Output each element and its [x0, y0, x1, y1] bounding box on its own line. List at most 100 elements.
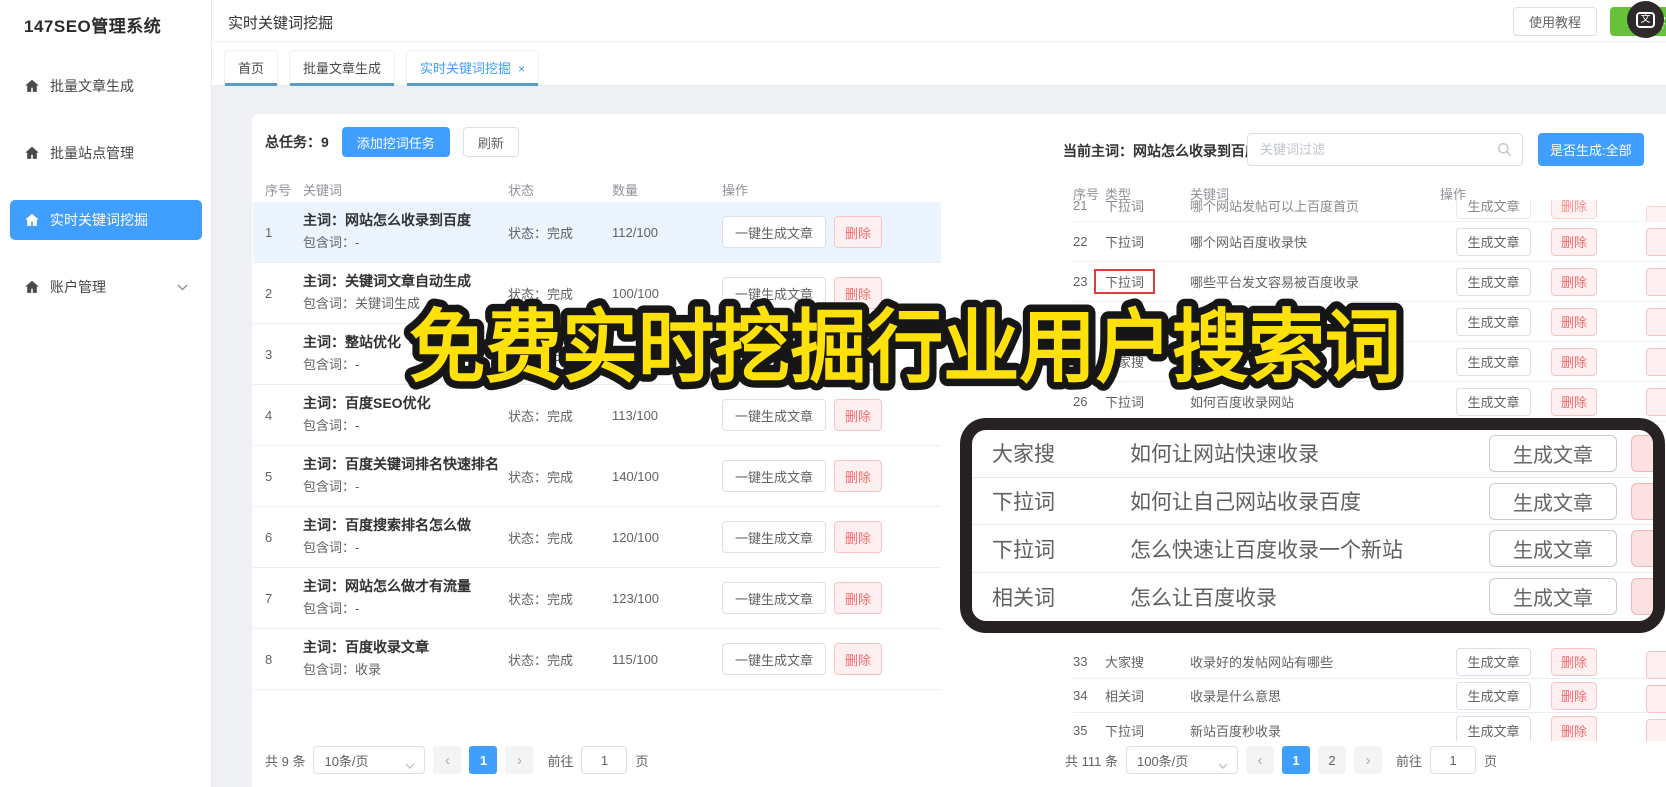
page-size-select[interactable]: 100条/页 — [1125, 746, 1238, 774]
row-index: 25 — [1073, 354, 1088, 369]
prev-page-button[interactable]: ‹ — [433, 746, 462, 774]
table-row: 1 主词：网站怎么收录到百度 包含词：- 状态：完成 112/100 一键生成文章 删除 — [253, 202, 941, 263]
row-grid: 34 相关词 收录是什么意思 生成文章 删除 — [1073, 679, 1666, 712]
task-status: 状态：完成 — [508, 347, 574, 363]
tab[interactable]: 首页 — [224, 50, 279, 86]
magnified-row: 相关词 怎么让百度收录 生成文章 — [972, 573, 1653, 621]
generate-article-button[interactable]: 一键生成文章 — [722, 643, 826, 675]
page-size-select[interactable]: 10条/页 — [313, 746, 426, 774]
delete-button[interactable]: 删除 — [1551, 200, 1597, 219]
page-unit-label: 页 — [635, 753, 649, 769]
row-actions: 生成文章 删除 — [1440, 681, 1666, 710]
goto-page-input[interactable] — [581, 746, 628, 774]
tab[interactable]: 实时关键词挖掘 × — [406, 50, 540, 86]
row-index: 21 — [1073, 200, 1088, 213]
generate-article-button[interactable]: 生成文章 — [1456, 307, 1531, 336]
delete-button[interactable]: 删除 — [1551, 347, 1597, 376]
sidebar-item[interactable]: 批量站点管理 — [10, 133, 202, 173]
delete-button[interactable]: 删除 — [834, 521, 882, 553]
delete-button[interactable]: 删除 — [1551, 307, 1597, 336]
row-actions: 一键生成文章 删除 — [722, 216, 941, 248]
sidebar: 147SEO管理系统 批量文章生成 批量站点管理 实时关键词挖掘 账户管理 — [0, 0, 212, 787]
prev-page-button[interactable]: ‹ — [1245, 746, 1274, 774]
add-task-button[interactable]: 添加挖词任务 — [341, 127, 450, 157]
goto-label: 前往 — [1395, 753, 1422, 769]
keywords-table-top: 21 下拉词 哪个网站发帖可以上百度首页 生成文章 删除 22 下拉词 哪个网站百度收录快 生成… — [1073, 200, 1666, 422]
row-actions: 一键生成文章 删除 — [722, 521, 941, 553]
generate-article-button[interactable]: 一键生成文章 — [722, 521, 826, 553]
home-icon — [24, 145, 40, 161]
floating-subtitle-icon[interactable]: 文 — [1627, 1, 1664, 38]
table-row: 25 大家搜 生成文章 删除 — [1073, 342, 1666, 382]
column-header: 数量 — [612, 182, 639, 198]
generate-article-button[interactable]: 一键生成文章 — [722, 460, 826, 492]
sidebar-item[interactable]: 账户管理 — [10, 267, 202, 307]
generate-article-button[interactable]: 生成文章 — [1456, 716, 1531, 741]
generate-article-button[interactable]: 生成文章 — [1456, 227, 1531, 256]
page-number-button[interactable]: 1 — [469, 746, 498, 774]
delete-button[interactable]: 删除 — [834, 338, 882, 370]
delete-button[interactable]: 删除 — [834, 399, 882, 431]
delete-button[interactable]: 删除 — [1551, 387, 1597, 416]
task-status: 状态：完成 — [508, 225, 574, 241]
row-actions: 生成文章 删除 — [1440, 716, 1666, 741]
generate-article-button[interactable]: 一键生成文章 — [722, 582, 826, 614]
generate-article-button[interactable]: 生成文章 — [1456, 200, 1531, 219]
delete-button[interactable]: 删除 — [1551, 647, 1597, 676]
delete-button[interactable]: 删除 — [834, 582, 882, 614]
task-main-word: 主词：百度收录文章 — [303, 639, 429, 655]
generate-article-button[interactable]: 生成文章 — [1456, 267, 1531, 296]
generate-all-button[interactable]: 是否生成:全部 — [1538, 133, 1644, 166]
keyword-type: 下拉词 — [1105, 200, 1145, 214]
tab-close-icon[interactable]: × — [518, 62, 525, 76]
next-page-button[interactable]: › — [505, 746, 534, 774]
delete-button[interactable]: 删除 — [834, 460, 882, 492]
sidebar-item[interactable]: 实时关键词挖掘 — [10, 200, 202, 240]
sidebar-item[interactable]: 批量文章生成 — [10, 66, 202, 106]
tutorial-button[interactable]: 使用教程 — [1512, 7, 1597, 36]
clipped-action-button — [1646, 206, 1666, 221]
generate-article-button[interactable]: 一键生成文章 — [722, 277, 826, 309]
top-header: 实时关键词挖掘 使用教程 联系客服 — [212, 0, 1666, 42]
generate-article-button[interactable]: 生成文章 — [1456, 387, 1531, 416]
keyword-filter-input[interactable] — [1248, 134, 1522, 165]
delete-button[interactable]: 删除 — [1551, 716, 1597, 741]
generate-article-button[interactable]: 生成文章 — [1489, 482, 1617, 520]
tab[interactable]: 批量文章生成 — [289, 50, 396, 86]
task-status: 状态：完成 — [508, 652, 574, 668]
task-status: 状态：完成 — [508, 286, 574, 302]
keyword-type: 下拉词 — [1105, 723, 1145, 739]
row-index: 33 — [1073, 654, 1088, 669]
task-keyword-cell: 主词：网站怎么收录到百度 包含词：- — [303, 210, 508, 254]
generate-article-button[interactable]: 生成文章 — [1456, 647, 1531, 676]
refresh-button[interactable]: 刷新 — [462, 127, 519, 157]
column-header: 操作 — [722, 182, 749, 198]
row-index: 3 — [265, 346, 273, 362]
keyword-type: 相关词 — [1105, 689, 1145, 704]
delete-button[interactable]: 删除 — [834, 277, 882, 309]
table-row: 33 大家搜 收录好的发帖网站有哪些 生成文章 删除 — [1073, 645, 1666, 679]
generate-article-button[interactable]: 一键生成文章 — [722, 338, 826, 370]
clipped-action-button — [1646, 719, 1666, 741]
generate-article-button[interactable]: 一键生成文章 — [722, 216, 826, 248]
generate-article-button[interactable]: 生成文章 — [1489, 578, 1617, 616]
page-number-button[interactable]: 2 — [1317, 746, 1346, 774]
generate-article-button[interactable]: 生成文章 — [1456, 347, 1531, 376]
goto-label: 前往 — [547, 753, 574, 769]
subtitle-glyph: 文 — [1636, 11, 1655, 28]
goto-page-input[interactable] — [1430, 746, 1476, 774]
task-main-word: 主词：关键词文章自动生成 — [303, 273, 471, 289]
generate-article-button[interactable]: 生成文章 — [1489, 530, 1617, 568]
delete-button[interactable]: 删除 — [834, 216, 882, 248]
generate-article-button[interactable]: 一键生成文章 — [722, 399, 826, 431]
task-count: 113/100 — [612, 407, 659, 423]
generate-article-button[interactable]: 生成文章 — [1456, 681, 1531, 710]
delete-button[interactable]: 删除 — [1551, 681, 1597, 710]
generate-article-button[interactable]: 生成文章 — [1489, 434, 1617, 472]
delete-button[interactable]: 删除 — [834, 643, 882, 675]
delete-button[interactable]: 删除 — [1551, 227, 1597, 256]
page-number-button[interactable]: 1 — [1281, 746, 1310, 774]
next-page-button[interactable]: › — [1353, 746, 1382, 774]
delete-button[interactable]: 删除 — [1551, 267, 1597, 296]
clipped-action-button — [1646, 268, 1666, 296]
